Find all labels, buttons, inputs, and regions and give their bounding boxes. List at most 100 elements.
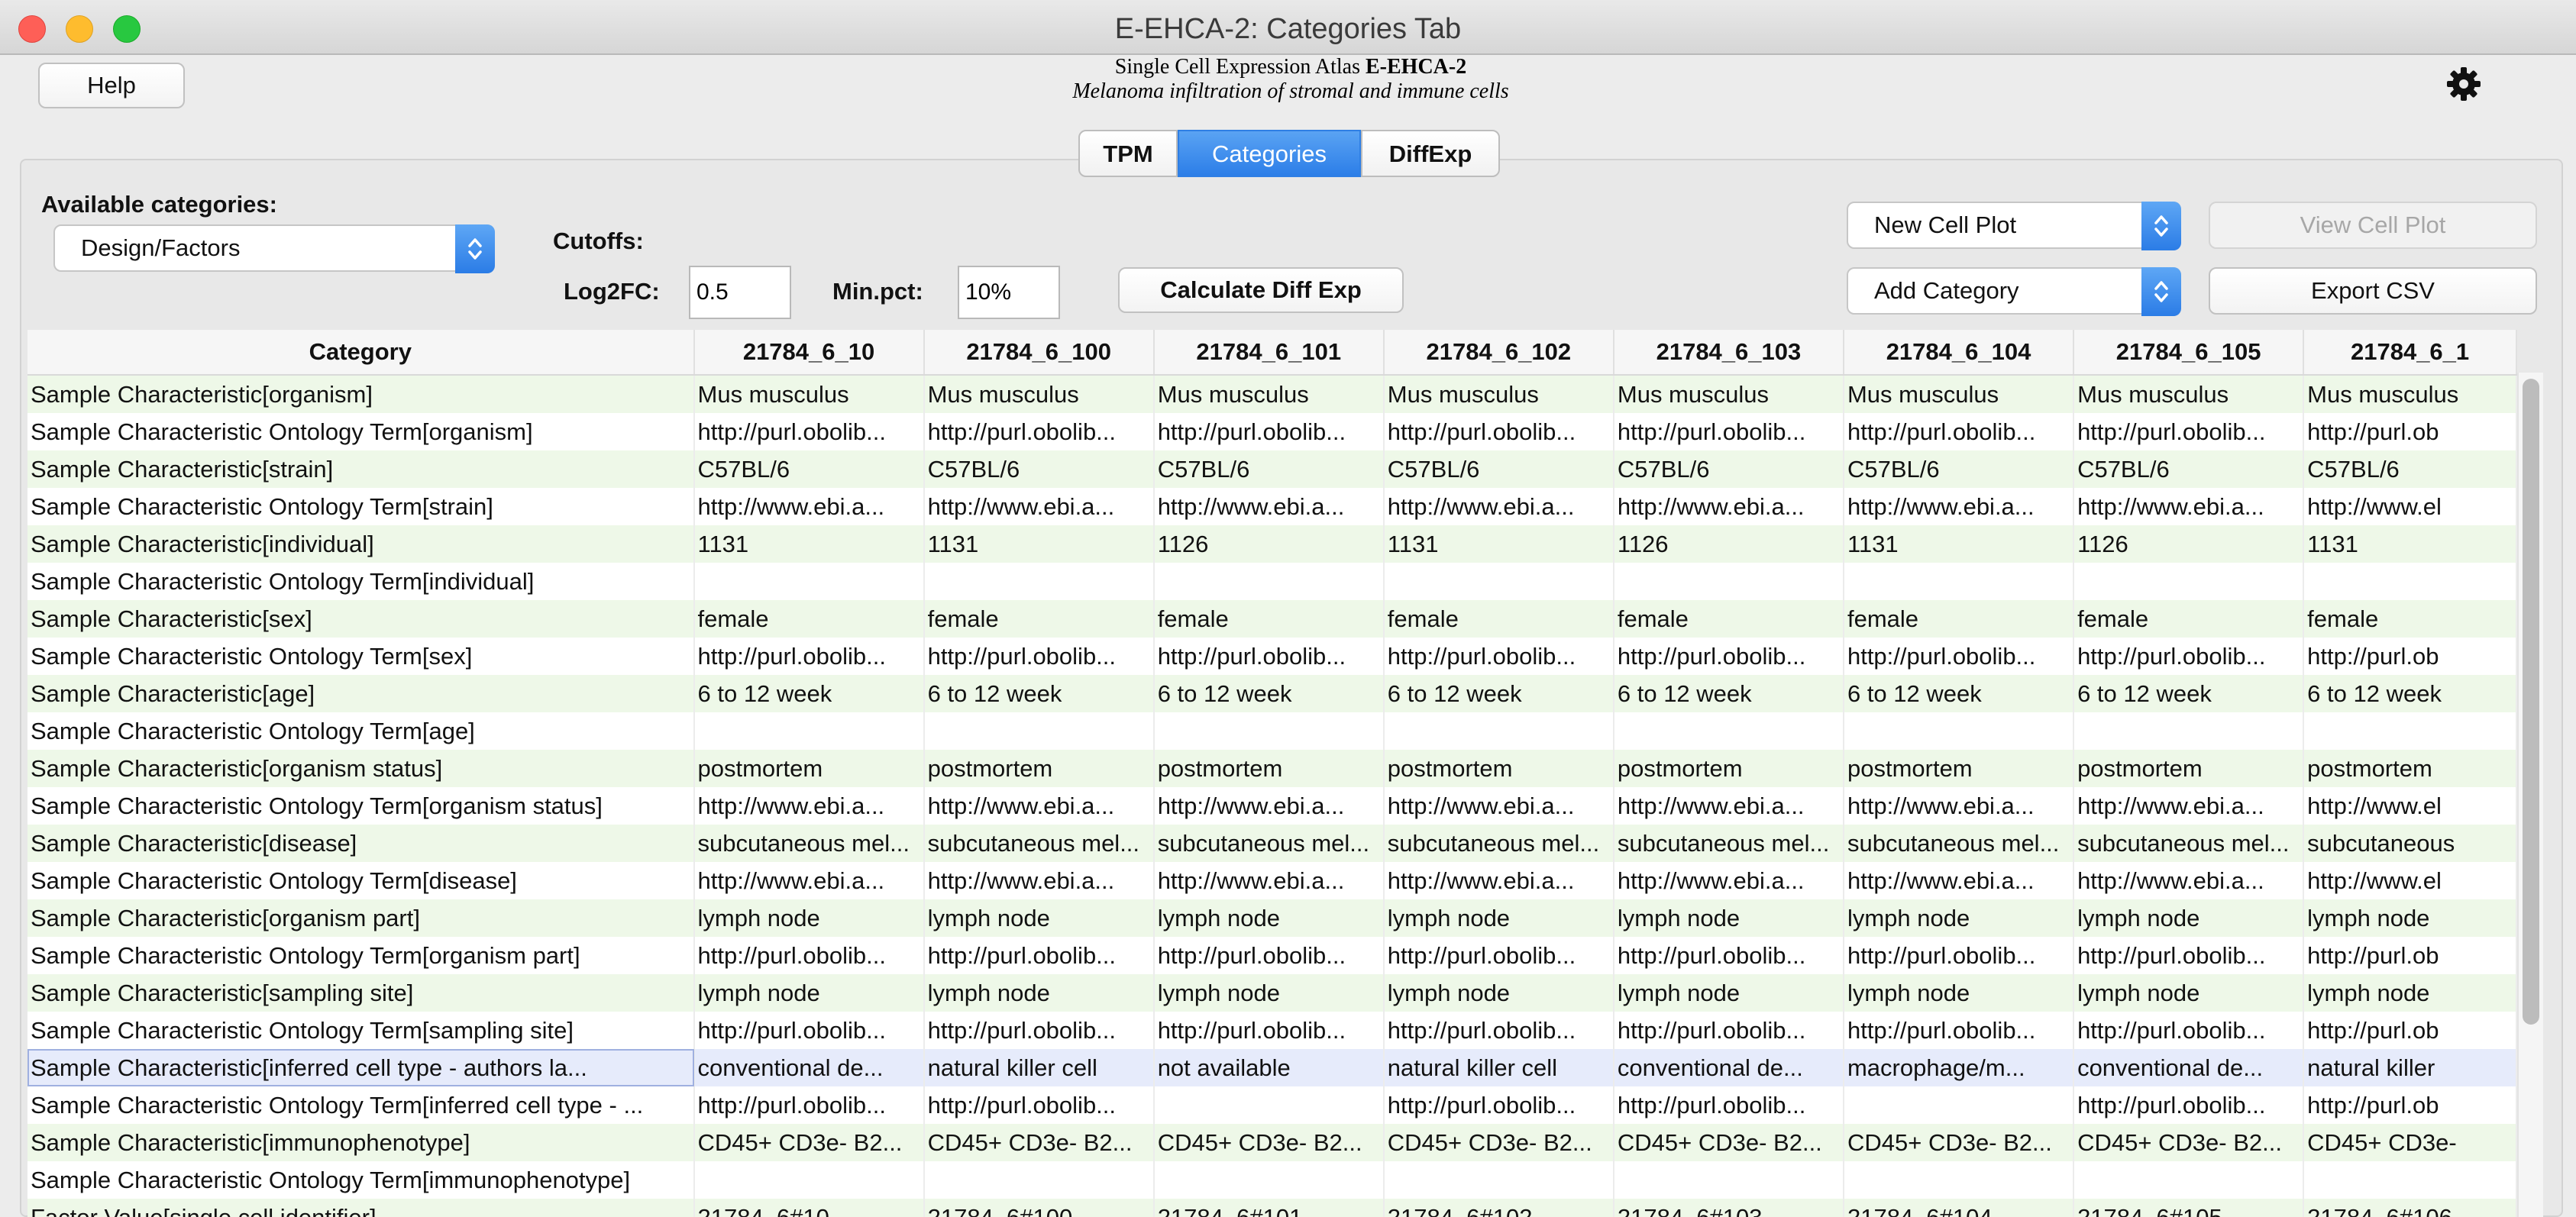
table-row[interactable]: Sample Characteristic[individual] 1131 113… (27, 525, 2517, 563)
value-cell[interactable]: 1131 (1383, 525, 1614, 563)
value-cell[interactable]: lymph node (693, 974, 925, 1012)
value-cell[interactable]: lymph node (923, 899, 1155, 937)
value-cell[interactable]: http://purl.obolib... (1153, 937, 1385, 974)
value-cell[interactable] (1383, 712, 1614, 750)
column-header-sample[interactable]: 21784_6_103 (1613, 330, 1844, 376)
value-cell[interactable]: 21784_6#105 (2073, 1199, 2305, 1217)
table-row[interactable]: Sample Characteristic[strain] C57BL/6 C57B… (27, 450, 2517, 488)
table-row[interactable]: Sample Characteristic Ontology Term[samp… (27, 1012, 2517, 1049)
value-cell[interactable]: lymph node (1153, 899, 1385, 937)
table-row[interactable]: Sample Characteristic Ontology Term[orga… (27, 937, 2517, 974)
value-cell[interactable]: 6 to 12 week (923, 675, 1155, 712)
value-cell[interactable] (1153, 1161, 1385, 1199)
value-cell[interactable]: http://www.ebi.a... (1613, 862, 1844, 899)
value-cell[interactable]: Mus musculus (2303, 375, 2517, 413)
value-cell[interactable]: http://www.ebi.a... (923, 787, 1155, 825)
value-cell[interactable]: 21784_6#102 (1383, 1199, 1614, 1217)
value-cell[interactable]: http://purl.obolib... (1843, 1012, 2075, 1049)
value-cell[interactable]: Mus musculus (923, 375, 1155, 413)
value-cell[interactable]: http://www.el (2303, 862, 2517, 899)
value-cell[interactable]: conventional de... (693, 1049, 925, 1086)
value-cell[interactable]: http://purl.obolib... (1613, 1012, 1844, 1049)
value-cell[interactable] (2303, 563, 2517, 600)
value-cell[interactable]: 6 to 12 week (1153, 675, 1385, 712)
value-cell[interactable]: http://www.ebi.a... (693, 488, 925, 525)
value-cell[interactable]: CD45+ CD3e- B2... (923, 1124, 1155, 1161)
value-cell[interactable]: http://www.ebi.a... (2073, 787, 2305, 825)
table-row[interactable]: Sample Characteristic Ontology Term[sex]… (27, 638, 2517, 675)
value-cell[interactable]: subcutaneous (2303, 825, 2517, 862)
value-cell[interactable]: female (2073, 600, 2305, 638)
value-cell[interactable]: http://www.ebi.a... (1613, 488, 1844, 525)
minpct-input[interactable] (959, 267, 1059, 318)
value-cell[interactable] (2073, 563, 2305, 600)
value-cell[interactable]: lymph node (1613, 974, 1844, 1012)
value-cell[interactable]: C57BL/6 (1613, 450, 1844, 488)
value-cell[interactable]: http://purl.ob (2303, 638, 2517, 675)
column-header-sample[interactable]: 21784_6_1 (2303, 330, 2517, 376)
value-cell[interactable]: 21784_6#104 (1843, 1199, 2075, 1217)
value-cell[interactable]: female (1843, 600, 2075, 638)
value-cell[interactable]: http://www.el (2303, 488, 2517, 525)
table-row[interactable]: Sample Characteristic Ontology Term[age] (27, 712, 2517, 750)
value-cell[interactable]: 1131 (1843, 525, 2075, 563)
value-cell[interactable]: C57BL/6 (923, 450, 1155, 488)
value-cell[interactable]: http://www.ebi.a... (1383, 488, 1614, 525)
category-cell[interactable]: Sample Characteristic[disease] (27, 825, 695, 862)
category-cell[interactable]: Sample Characteristic[sex] (27, 600, 695, 638)
value-cell[interactable]: female (1153, 600, 1385, 638)
category-cell[interactable]: Sample Characteristic Ontology Term[orga… (27, 937, 695, 974)
category-cell[interactable]: Sample Characteristic Ontology Term[stra… (27, 488, 695, 525)
value-cell[interactable]: http://www.ebi.a... (1153, 787, 1385, 825)
log2fc-field[interactable] (689, 266, 791, 319)
value-cell[interactable]: female (2303, 600, 2517, 638)
value-cell[interactable]: http://purl.obolib... (923, 1086, 1155, 1124)
category-cell[interactable]: Factor Value[single cell identifier] (27, 1199, 695, 1217)
value-cell[interactable] (923, 563, 1155, 600)
value-cell[interactable]: http://purl.obolib... (2073, 1086, 2305, 1124)
category-cell[interactable]: Sample Characteristic[organism part] (27, 899, 695, 937)
tab-diffexp[interactable]: DiffExp (1361, 130, 1500, 177)
value-cell[interactable]: http://purl.obolib... (693, 1012, 925, 1049)
value-cell[interactable]: http://www.el (2303, 787, 2517, 825)
value-cell[interactable] (2073, 712, 2305, 750)
tab-categories[interactable]: Categories (1178, 130, 1361, 177)
value-cell[interactable]: http://purl.obolib... (1153, 413, 1385, 450)
column-header-sample[interactable]: 21784_6_100 (923, 330, 1155, 376)
value-cell[interactable]: natural killer cell (1383, 1049, 1614, 1086)
category-cell[interactable]: Sample Characteristic Ontology Term[dise… (27, 862, 695, 899)
value-cell[interactable]: http://purl.ob (2303, 413, 2517, 450)
value-cell[interactable]: Mus musculus (693, 375, 925, 413)
value-cell[interactable] (1843, 1086, 2075, 1124)
view-cell-plot-button[interactable]: View Cell Plot (2209, 202, 2537, 249)
value-cell[interactable]: http://purl.obolib... (1383, 413, 1614, 450)
value-cell[interactable]: http://www.ebi.a... (2073, 862, 2305, 899)
value-cell[interactable]: conventional de... (1613, 1049, 1844, 1086)
value-cell[interactable] (1153, 1086, 1385, 1124)
column-header-sample[interactable]: 21784_6_102 (1383, 330, 1614, 376)
value-cell[interactable] (1843, 712, 2075, 750)
value-cell[interactable] (1153, 712, 1385, 750)
value-cell[interactable]: conventional de... (2073, 1049, 2305, 1086)
value-cell[interactable]: 21784_6#106 (2303, 1199, 2517, 1217)
value-cell[interactable]: http://purl.obolib... (923, 638, 1155, 675)
value-cell[interactable] (693, 712, 925, 750)
category-cell[interactable]: Sample Characteristic[immunophenotype] (27, 1124, 695, 1161)
category-cell[interactable]: Sample Characteristic Ontology Term[orga… (27, 413, 695, 450)
value-cell[interactable]: http://www.ebi.a... (1843, 787, 2075, 825)
value-cell[interactable]: 6 to 12 week (1843, 675, 2075, 712)
value-cell[interactable]: postmortem (923, 750, 1155, 787)
value-cell[interactable] (1843, 563, 2075, 600)
value-cell[interactable]: C57BL/6 (1153, 450, 1385, 488)
category-cell[interactable]: Sample Characteristic[age] (27, 675, 695, 712)
value-cell[interactable] (923, 712, 1155, 750)
calculate-diff-exp-button[interactable]: Calculate Diff Exp (1118, 267, 1404, 313)
value-cell[interactable]: lymph node (1383, 899, 1614, 937)
value-cell[interactable]: http://www.ebi.a... (693, 862, 925, 899)
value-cell[interactable]: 6 to 12 week (693, 675, 925, 712)
value-cell[interactable] (1613, 1161, 1844, 1199)
table-row[interactable]: Sample Characteristic Ontology Term[orga… (27, 413, 2517, 450)
table-row[interactable]: Sample Characteristic Ontology Term[immu… (27, 1161, 2517, 1199)
value-cell[interactable]: subcutaneous mel... (693, 825, 925, 862)
table-row[interactable]: Sample Characteristic[inferred cell type… (27, 1049, 2517, 1086)
